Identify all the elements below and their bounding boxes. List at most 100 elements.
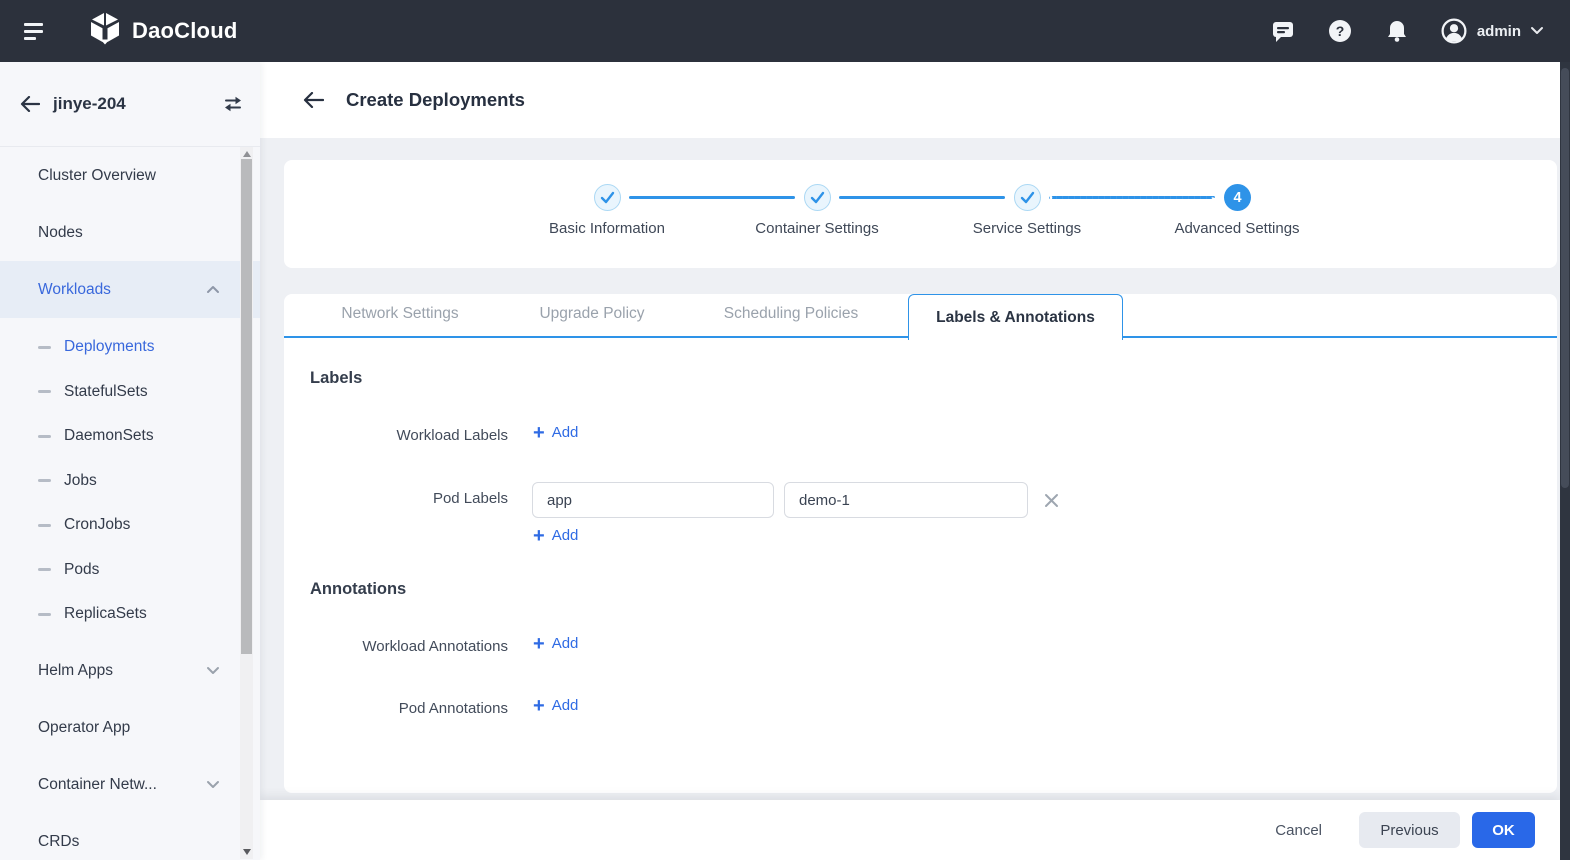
sidebar-item-label: ReplicaSets (64, 605, 147, 623)
sidebar-item-daemonsets[interactable]: DaemonSets (0, 414, 260, 459)
sidebar-item-replicasets[interactable]: ReplicaSets (0, 592, 260, 637)
plus-icon: + (533, 528, 545, 544)
sidebar-item-label: StatefulSets (64, 383, 148, 401)
sidebar-item-workloads[interactable]: Workloads (0, 261, 260, 318)
sidebar-item-label: Jobs (64, 472, 97, 490)
step-2-done-icon (804, 184, 831, 211)
annotations-section-title: Annotations (310, 580, 406, 599)
chevron-down-icon (206, 776, 220, 794)
sidebar-item-label: Operator App (38, 719, 130, 737)
sidebar-item-crds[interactable]: CRDs (0, 814, 260, 860)
dash-icon (38, 613, 51, 616)
add-label: Add (552, 527, 579, 544)
menu-icon[interactable] (24, 23, 44, 40)
sidebar-item-cluster-overview[interactable]: Cluster Overview (0, 147, 260, 204)
page-scrollbar-thumb[interactable] (1561, 68, 1569, 488)
add-label: Add (552, 697, 579, 714)
tab-labels-annotations[interactable]: Labels & Annotations (908, 294, 1123, 340)
scroll-down-arrow[interactable] (243, 849, 251, 855)
back-icon[interactable] (303, 92, 324, 108)
footer-bar: Cancel Previous OK (260, 800, 1560, 860)
step-label-container-settings: Container Settings (717, 220, 917, 237)
ok-button[interactable]: OK (1472, 812, 1535, 848)
step-1-done-icon (594, 184, 621, 211)
topbar: DaoCloud ? (0, 0, 1570, 62)
tab-scheduling-policies[interactable]: Scheduling Policies (724, 305, 858, 323)
sidebar-item-pods[interactable]: Pods (0, 548, 260, 593)
sidebar-item-statefulsets[interactable]: StatefulSets (0, 370, 260, 415)
sidebar-scrollbar-thumb[interactable] (241, 159, 252, 654)
brand-name: DaoCloud (132, 18, 237, 44)
tab-upgrade-policy[interactable]: Upgrade Policy (539, 305, 644, 323)
brand-logo[interactable]: DaoCloud (88, 12, 237, 51)
app-root: DaoCloud ? (0, 0, 1570, 860)
step-number: 4 (1233, 190, 1241, 206)
dash-icon (38, 435, 51, 438)
sidebar-item-label: Pods (64, 561, 99, 579)
step-label-service-settings: Service Settings (927, 220, 1127, 237)
plus-icon: + (533, 425, 545, 441)
pod-label-value-input[interactable] (784, 482, 1028, 518)
previous-button[interactable]: Previous (1359, 812, 1460, 848)
step-4-badge: 4 (1224, 184, 1251, 211)
step-connector-dotted (1049, 196, 1215, 199)
back-icon[interactable] (20, 96, 40, 112)
workloads-sublist: Deployments StatefulSets DaemonSets Jobs… (0, 318, 260, 637)
pod-labels-label: Pod Labels (310, 490, 508, 507)
add-label: Add (552, 635, 579, 652)
chat-icon[interactable] (1269, 17, 1297, 45)
sidebar-item-label: CRDs (38, 833, 79, 851)
scroll-up-arrow[interactable] (243, 151, 251, 157)
sidebar-item-helm-apps[interactable]: Helm Apps (0, 643, 260, 700)
sidebar-item-label: Container Netw... (38, 776, 157, 794)
tab-bar: Network Settings Upgrade Policy Scheduli… (284, 294, 1557, 340)
plus-icon: + (533, 698, 545, 714)
cancel-button[interactable]: Cancel (1271, 814, 1326, 847)
help-icon[interactable]: ? (1326, 17, 1354, 45)
sidebar: jinye-204 Cluster Overview Nodes Workloa… (0, 62, 260, 860)
sidebar-item-label: Workloads (38, 281, 111, 299)
sidebar-menu: Cluster Overview Nodes Workloads Deploym… (0, 147, 260, 859)
dash-icon (38, 390, 51, 393)
settings-card: Network Settings Upgrade Policy Scheduli… (284, 294, 1557, 793)
sidebar-item-deployments[interactable]: Deployments (0, 325, 260, 370)
bell-icon[interactable] (1383, 17, 1411, 45)
cluster-name: jinye-204 (53, 94, 222, 114)
sidebar-item-operator-app[interactable]: Operator App (0, 700, 260, 757)
chevron-up-icon (206, 281, 220, 299)
pod-annotations-add-button[interactable]: + Add (533, 697, 578, 714)
page-scrollbar[interactable] (1560, 62, 1570, 860)
step-connector (629, 196, 795, 199)
dash-icon (38, 346, 51, 349)
step-label-advanced-settings: Advanced Settings (1137, 220, 1337, 237)
dash-icon (38, 524, 51, 527)
sidebar-item-jobs[interactable]: Jobs (0, 459, 260, 504)
sidebar-item-label: Deployments (64, 338, 154, 356)
refresh-icon[interactable] (222, 93, 244, 115)
topbar-actions: ? admin (1269, 17, 1544, 45)
pod-label-key-input[interactable] (532, 482, 774, 518)
add-label: Add (552, 424, 579, 441)
sidebar-item-nodes[interactable]: Nodes (0, 204, 260, 261)
sidebar-item-cronjobs[interactable]: CronJobs (0, 503, 260, 548)
sidebar-item-label: Nodes (38, 224, 83, 242)
sidebar-item-label: Helm Apps (38, 662, 113, 680)
sidebar-item-label: DaemonSets (64, 427, 154, 445)
sidebar-item-container-network[interactable]: Container Netw... (0, 757, 260, 814)
tab-network-settings[interactable]: Network Settings (341, 305, 458, 323)
page-title: Create Deployments (346, 89, 525, 111)
avatar (1440, 17, 1468, 45)
main-area: Create Deployments 4 Basic Information C… (260, 62, 1560, 860)
workload-labels-add-button[interactable]: + Add (533, 424, 578, 441)
sidebar-scrollbar[interactable] (240, 147, 253, 859)
workload-annotations-add-button[interactable]: + Add (533, 635, 578, 652)
labels-section-title: Labels (310, 369, 362, 388)
dash-icon (38, 568, 51, 571)
plus-icon: + (533, 636, 545, 652)
pod-labels-add-button[interactable]: + Add (533, 527, 578, 544)
user-menu[interactable]: admin (1440, 17, 1544, 45)
remove-pod-label-icon[interactable] (1042, 491, 1060, 509)
chevron-down-icon (206, 662, 220, 680)
workload-annotations-label: Workload Annotations (310, 638, 508, 655)
sidebar-item-label: Cluster Overview (38, 167, 156, 185)
